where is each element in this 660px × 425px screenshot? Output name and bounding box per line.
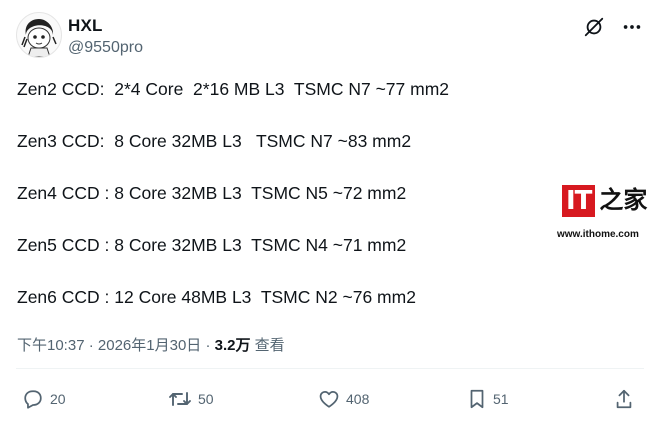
post-line: Zen6 CCD : 12 Core 48MB L3 TSMC N2 ~76 m… xyxy=(17,287,416,307)
post-time[interactable]: 下午10:37 xyxy=(17,337,85,354)
like-count: 408 xyxy=(346,391,370,407)
repost-icon xyxy=(168,388,192,410)
like-button[interactable]: 408 xyxy=(318,385,369,413)
post-line: Zen2 CCD: 2*4 Core 2*16 MB L3 TSMC N7 ~7… xyxy=(17,79,450,99)
author-handle[interactable]: @9550pro xyxy=(68,39,143,57)
ithome-logo-it: IT xyxy=(562,185,596,217)
share-icon xyxy=(614,388,634,410)
post-header: HXL @9550pro xyxy=(16,12,644,62)
bookmark-button[interactable]: 51 xyxy=(467,385,509,413)
avatar[interactable] xyxy=(16,12,62,58)
reply-button[interactable]: 20 xyxy=(22,385,66,413)
post-line: Zen3 CCD: 8 Core 32MB L3 TSMC N7 ~83 mm2 xyxy=(17,131,412,151)
meta-separator: · xyxy=(201,337,215,354)
post-meta: 下午10:37 · 2026年1月30日 · 3.2万 查看 xyxy=(17,334,285,355)
header-actions xyxy=(582,14,644,40)
reply-count: 20 xyxy=(50,391,66,407)
post-line: Zen4 CCD : 8 Core 32MB L3 TSMC N5 ~72 mm… xyxy=(17,183,407,203)
meta-separator: · xyxy=(84,337,98,354)
ithome-watermark: IT 之家 www.ithome.com xyxy=(557,185,652,245)
divider xyxy=(16,368,644,369)
post-date[interactable]: 2026年1月30日 xyxy=(98,337,201,354)
ithome-logo-zh: 之家 xyxy=(599,187,648,214)
more-icon[interactable] xyxy=(620,15,644,39)
repost-button[interactable]: 50 xyxy=(168,385,214,413)
reply-icon xyxy=(22,388,44,410)
action-bar: 20 50 408 51 xyxy=(16,385,644,413)
repost-count: 50 xyxy=(198,391,214,407)
author-name[interactable]: HXL xyxy=(68,16,103,36)
post-line: Zen5 CCD : 8 Core 32MB L3 TSMC N4 ~71 mm… xyxy=(17,235,407,255)
heart-icon xyxy=(318,388,340,410)
bookmark-count: 51 xyxy=(493,391,509,407)
grok-icon[interactable] xyxy=(582,15,606,39)
share-button[interactable] xyxy=(614,385,634,413)
views-count: 3.2万 xyxy=(214,337,251,354)
post-text: Zen2 CCD: 2*4 Core 2*16 MB L3 TSMC N7 ~7… xyxy=(17,78,537,308)
ithome-logo: IT 之家 xyxy=(562,185,647,217)
views-label: 查看 xyxy=(254,337,285,354)
bookmark-icon xyxy=(467,388,487,410)
ithome-url: www.ithome.com xyxy=(557,229,639,240)
